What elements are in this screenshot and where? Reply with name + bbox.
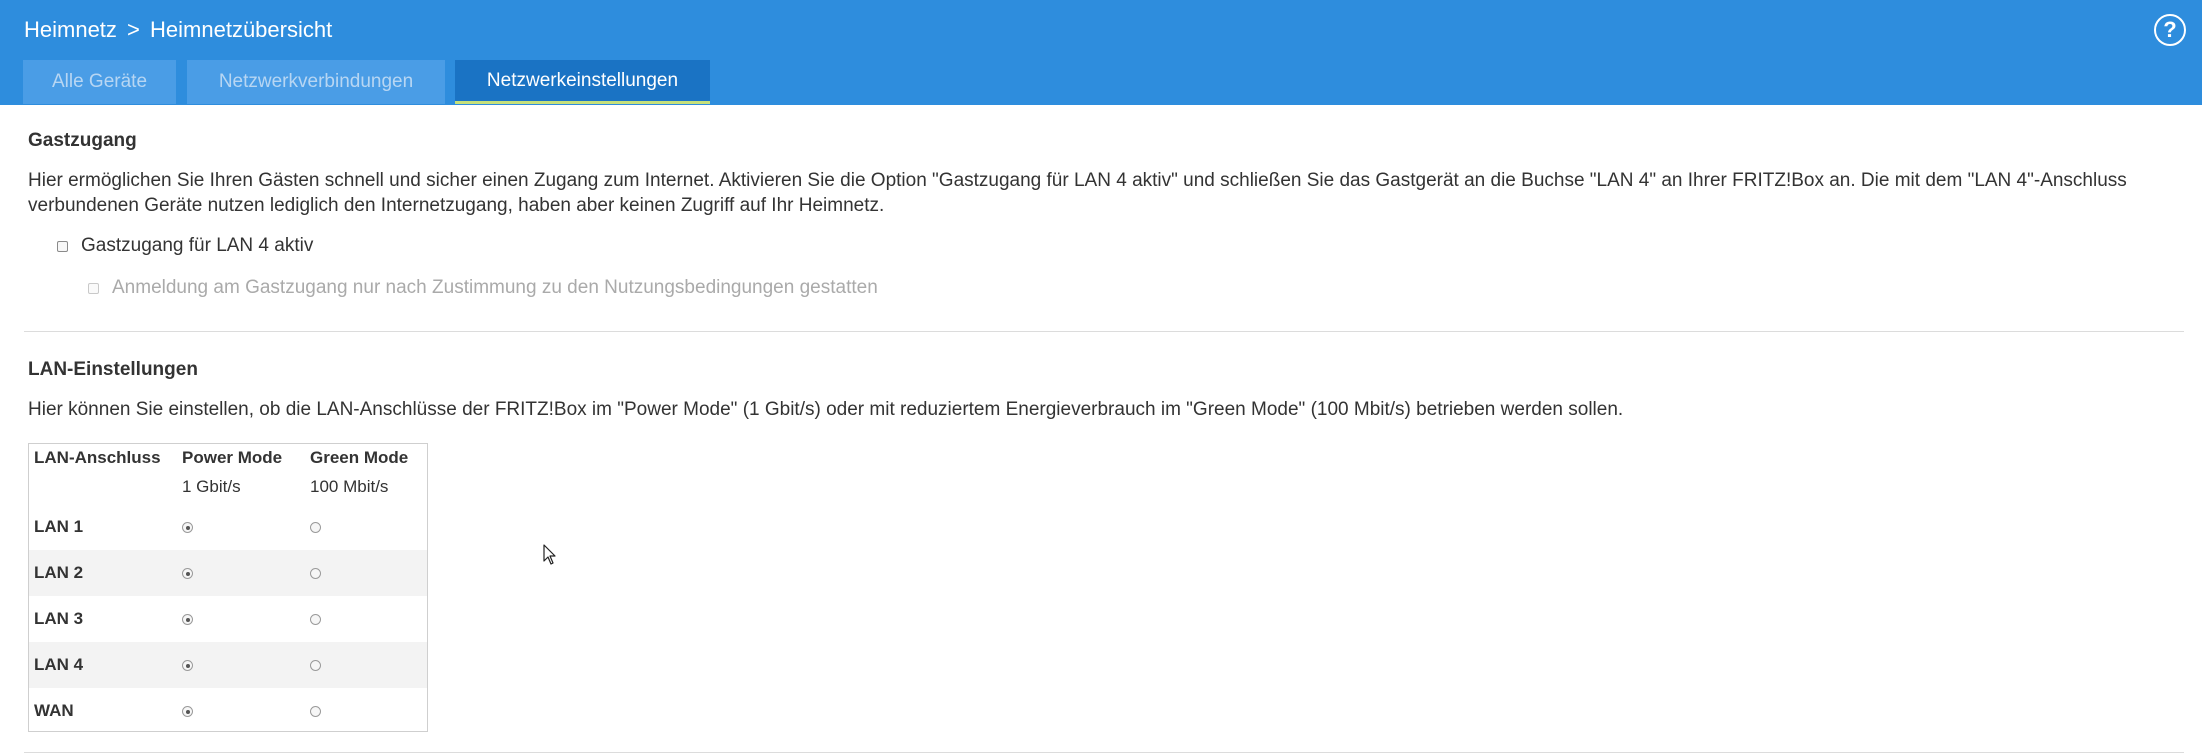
table-row: WAN [29,688,427,734]
port-name: WAN [34,701,74,720]
port-name: LAN 3 [34,609,84,628]
power-mode-radio[interactable] [182,706,193,717]
header-bar: Heimnetz > Heimnetzübersicht ? Alle Gerä… [0,0,2202,105]
power-mode-radio[interactable] [182,660,193,671]
breadcrumb-current: Heimnetzübersicht [150,17,333,42]
guest-terms-checkbox [88,282,99,294]
table-row: LAN 1 [29,504,427,550]
table-row: LAN 4 [29,642,427,688]
tab-alle-geraete[interactable]: Alle Geräte [23,60,176,104]
section-divider [24,331,2184,332]
power-mode-radio[interactable] [182,614,193,625]
lan-description: Hier können Sie einstellen, ob die LAN-A… [28,399,1624,420]
green-mode-radio[interactable] [310,614,321,625]
guest-section-title: Gastzugang [28,130,137,151]
table-row: LAN 3 [29,596,427,642]
col-header-port: LAN-Anschluss [34,448,161,467]
guest-lan4-option[interactable]: Gastzugang für LAN 4 aktiv [57,235,313,257]
port-name: LAN 1 [34,517,84,536]
port-name: LAN 4 [34,655,84,674]
tab-label: Netzwerkeinstellungen [486,69,679,91]
lan-mode-table: LAN-Anschluss Power Mode Green Mode 1 Gb… [28,443,428,732]
power-mode-radio[interactable] [182,568,193,579]
port-name: LAN 2 [34,563,84,582]
guest-terms-option: Anmeldung am Gastzugang nur nach Zustimm… [88,277,878,299]
power-mode-radio[interactable] [182,522,193,533]
tab-netzwerkverbindungen[interactable]: Netzwerkverbindungen [187,60,445,104]
col-sub-power: 1 Gbit/s [182,477,241,496]
col-header-green: Green Mode [310,448,409,467]
breadcrumb-separator-icon: > [127,17,140,42]
green-mode-radio[interactable] [310,660,321,671]
table-row: LAN 2 [29,550,427,596]
tab-label: Netzwerkverbindungen [218,71,414,92]
guest-terms-label: Anmeldung am Gastzugang nur nach Zustimm… [112,277,878,298]
tab-label: Alle Geräte [51,71,148,92]
lan-section-title: LAN-Einstellungen [28,359,198,380]
green-mode-radio[interactable] [310,568,321,579]
guest-lan4-checkbox[interactable] [57,240,68,252]
col-sub-green: 100 Mbit/s [310,477,389,496]
help-button[interactable]: ? [2154,14,2186,46]
guest-lan4-label[interactable]: Gastzugang für LAN 4 aktiv [81,235,313,257]
mouse-cursor-icon [543,544,556,565]
question-icon: ? [2163,17,2177,42]
section-divider [24,752,2184,753]
col-header-power: Power Mode [182,448,283,467]
guest-description: Hier ermöglichen Sie Ihren Gästen schnel… [28,170,2127,216]
breadcrumb-parent[interactable]: Heimnetz [24,17,117,42]
breadcrumb: Heimnetz > Heimnetzübersicht [24,17,332,43]
tab-netzwerkeinstellungen[interactable]: Netzwerkeinstellungen [455,60,710,104]
green-mode-radio[interactable] [310,706,321,717]
green-mode-radio[interactable] [310,522,321,533]
